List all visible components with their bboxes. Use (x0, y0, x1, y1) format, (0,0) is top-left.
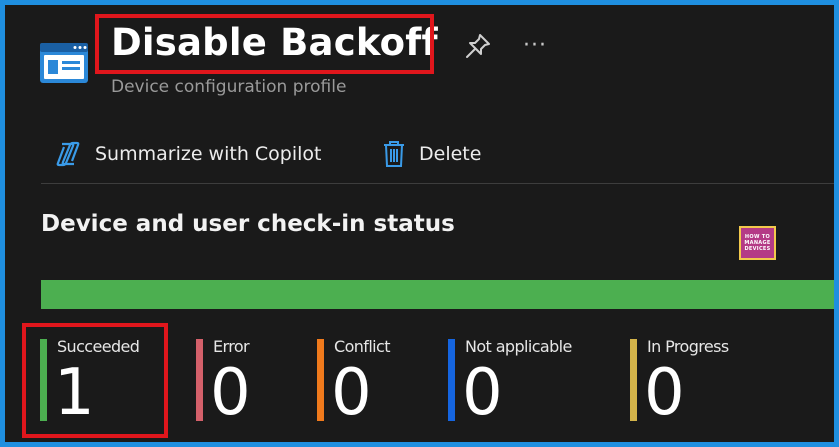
stat-label: Conflict (334, 337, 391, 356)
delete-button[interactable]: Delete (381, 139, 481, 169)
stat-label: Not applicable (465, 337, 572, 356)
summarize-copilot-label: Summarize with Copilot (95, 143, 322, 165)
title-highlight-box (95, 14, 434, 74)
section-title: Device and user check-in status (41, 211, 455, 237)
stat-color-bar (630, 339, 637, 421)
stat-label: Error (213, 337, 250, 356)
pin-icon[interactable] (463, 31, 493, 61)
stat-value: 0 (210, 356, 251, 430)
checkin-status-bar (41, 280, 834, 309)
page-subtitle: Device configuration profile (111, 77, 347, 97)
how-to-manage-devices-logo: HOW TO MANAGE DEVICES (739, 226, 776, 260)
stat-label: In Progress (647, 337, 729, 356)
logo-line: DEVICES (744, 246, 771, 252)
profile-panel: Disable Backoff ··· Device configuration… (5, 5, 834, 442)
copilot-icon (56, 141, 80, 167)
stat-value: 0 (644, 356, 685, 430)
toolbar-divider (41, 183, 834, 184)
stat-color-bar (317, 339, 324, 421)
profile-card-icon (40, 43, 88, 83)
stat-color-bar (196, 339, 203, 421)
stat-color-bar (448, 339, 455, 421)
stat-value: 0 (462, 356, 503, 430)
more-options-icon[interactable]: ··· (523, 35, 547, 57)
stat-value: 0 (331, 356, 372, 430)
trash-icon (384, 141, 404, 167)
delete-label: Delete (419, 143, 482, 165)
succeeded-highlight-box (22, 323, 168, 438)
summarize-copilot-button[interactable]: Summarize with Copilot (53, 139, 322, 169)
